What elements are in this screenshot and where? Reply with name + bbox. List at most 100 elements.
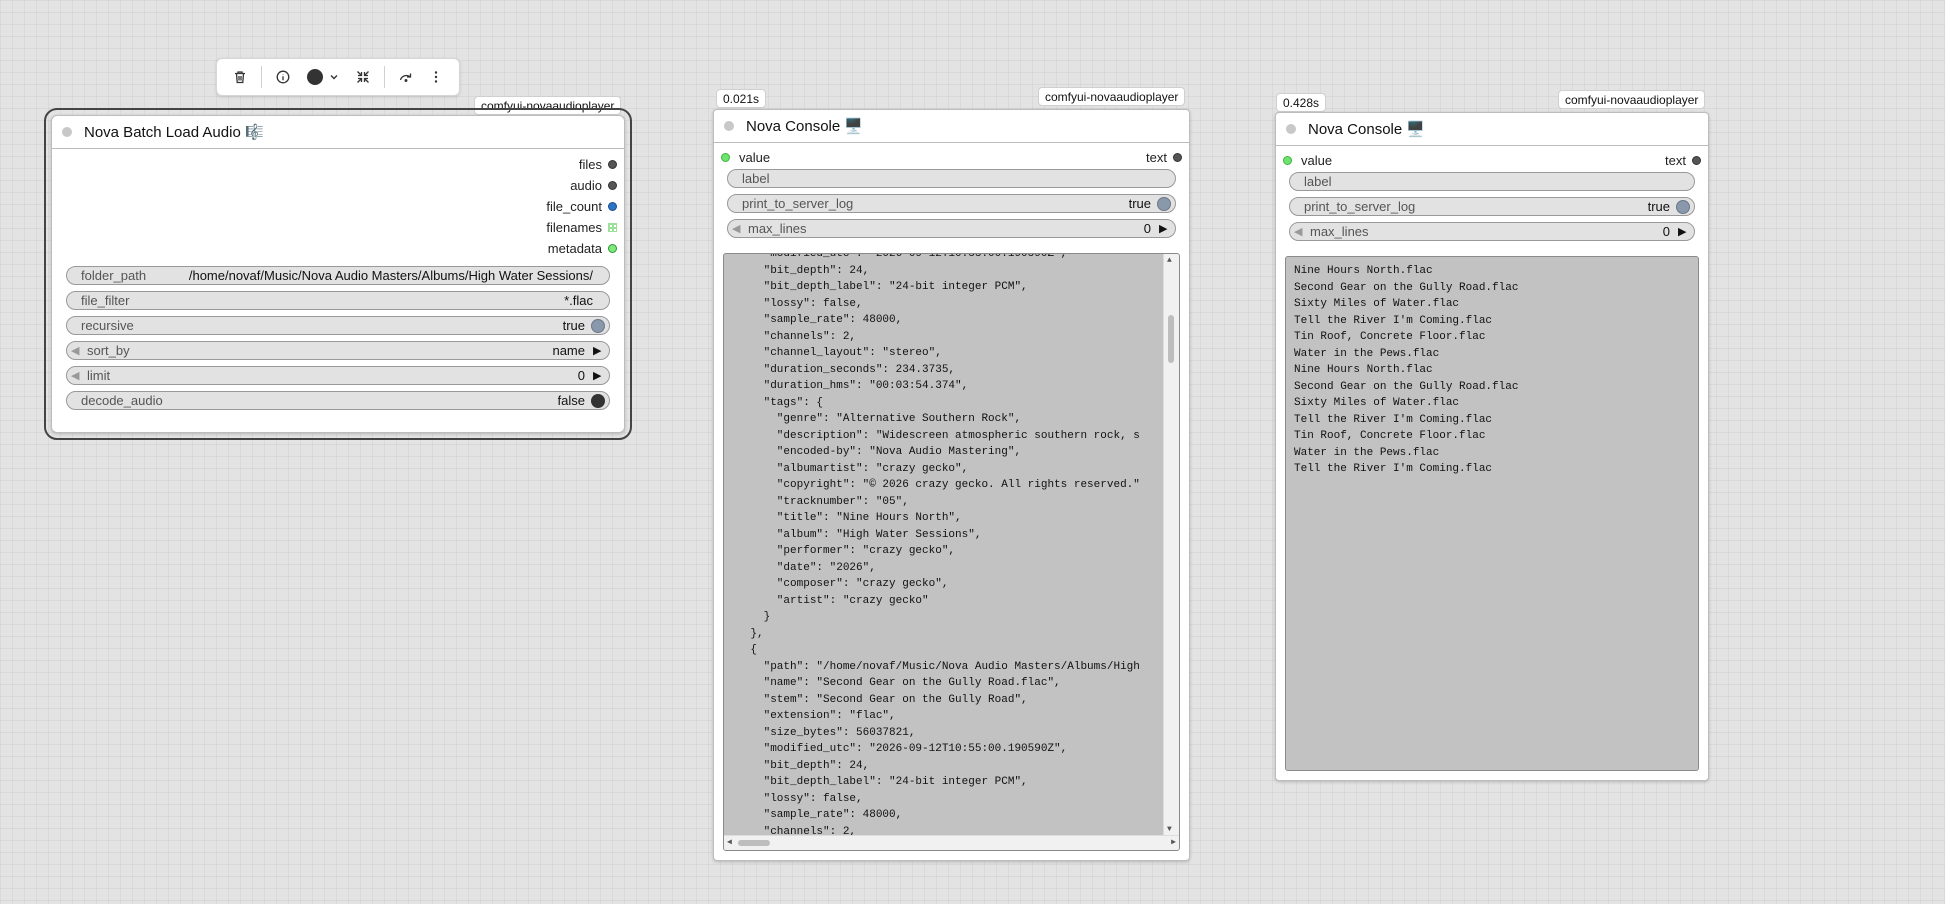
decode-audio-value: false <box>557 393 585 408</box>
output-text[interactable]: text <box>1146 150 1182 165</box>
info-icon[interactable] <box>268 62 298 92</box>
toggle-on-icon[interactable] <box>591 318 605 333</box>
scroll-left-icon[interactable]: ◀ <box>727 837 732 847</box>
output-socket-icon[interactable] <box>608 244 617 253</box>
node-title: Nova Console 🖥️ <box>1308 121 1426 138</box>
more-icon[interactable] <box>421 62 451 92</box>
output-files[interactable]: files <box>52 154 624 175</box>
scroll-right-icon[interactable]: ▶ <box>1171 837 1176 847</box>
output-socket-icon[interactable] <box>1692 156 1701 165</box>
label-field[interactable]: label <box>727 169 1176 188</box>
console-line: "sample_rate": 48000, <box>724 314 903 326</box>
console-line: Tin Roof, Concrete Floor.flac <box>1294 331 1486 343</box>
scroll-up-icon[interactable]: ▲ <box>1167 256 1172 265</box>
toggle-off-icon[interactable] <box>591 393 605 408</box>
output-file-count[interactable]: file_count <box>52 196 624 217</box>
console-output-textarea[interactable]: Nine Hours North.flac Second Gear on the … <box>1285 256 1699 771</box>
console-line: "duration_seconds": 234.3735, <box>724 363 956 376</box>
arrow-right-icon[interactable]: ▶ <box>593 344 605 357</box>
color-picker-button[interactable] <box>298 62 348 92</box>
nova-console-node[interactable]: Nova Console 🖥️ value text label print_t… <box>1275 112 1709 781</box>
folder-path-value: /home/novaf/Music/Nova Audio Masters/Alb… <box>188 268 593 283</box>
scroll-thumb[interactable] <box>738 840 770 846</box>
console-line: Water in the Pews.flac <box>1294 347 1440 360</box>
sort-by-combo[interactable]: ◀ sort_by name ▶ <box>66 341 610 360</box>
console-line: "encoded-by": "Nova Audio Mastering", <box>724 446 1022 458</box>
console-line: "channels": 2, <box>724 330 857 343</box>
execution-time-badge: 0.021s <box>716 89 767 108</box>
output-socket-icon[interactable] <box>608 160 617 169</box>
vertical-scrollbar[interactable]: ▲ ▼ <box>1163 254 1179 836</box>
output-metadata[interactable]: metadata <box>52 238 624 259</box>
console-line: "name": "Second Gear on the Gully Road.f… <box>724 677 1061 689</box>
console-line: "bit_depth": 24, <box>724 264 870 277</box>
bypass-icon[interactable] <box>391 62 421 92</box>
console-output-text: "modified_utc": "2026-09-12T10:55:00.190… <box>724 254 1163 840</box>
node-title-bar[interactable]: Nova Console 🖥️ <box>1276 113 1708 146</box>
input-socket-icon[interactable] <box>721 153 730 162</box>
node-title-bar[interactable]: Nova Console 🖥️ <box>714 110 1189 143</box>
console-line: "duration_hms": "00:03:54.374", <box>724 380 969 392</box>
node-title-bar[interactable]: Nova Batch Load Audio 🎼 <box>52 116 624 149</box>
nova-batch-load-audio-node[interactable]: Nova Batch Load Audio 🎼 files audio file… <box>44 108 632 440</box>
console-output-text: Nine Hours North.flac Second Gear on the … <box>1294 263 1690 478</box>
toggle-on-icon[interactable] <box>1157 196 1171 211</box>
arrow-left-icon[interactable]: ◀ <box>71 344 83 357</box>
toggle-on-icon[interactable] <box>1676 199 1690 214</box>
collapse-dot-icon[interactable] <box>62 127 72 137</box>
limit-value: 0 <box>577 368 585 383</box>
chevron-down-icon <box>330 75 338 80</box>
console-line: "lossy": false, <box>724 297 863 310</box>
input-socket-icon[interactable] <box>1283 156 1292 165</box>
limit-stepper[interactable]: ◀ limit 0 ▶ <box>66 366 610 385</box>
list-socket-icon[interactable] <box>608 223 617 232</box>
input-value[interactable]: value <box>1283 153 1332 168</box>
arrow-right-icon[interactable]: ▶ <box>1678 225 1690 238</box>
console-line: "artist": "crazy gecko" <box>724 594 929 607</box>
output-filenames[interactable]: filenames <box>52 217 624 238</box>
toolbar-divider <box>384 66 385 88</box>
console-line: Sixty Miles of Water.flac <box>1294 397 1460 409</box>
collapse-dot-icon[interactable] <box>1286 124 1296 134</box>
console-line: Tell the River I'm Coming.flac <box>1294 314 1493 327</box>
io-row: value text <box>714 147 1189 168</box>
selection-toolbar <box>216 58 460 96</box>
console-line: "path": "/home/novaf/Music/Nova Audio Ma… <box>724 660 1140 673</box>
console-line: "composer": "crazy gecko", <box>724 578 949 590</box>
arrow-left-icon[interactable]: ◀ <box>1294 225 1306 238</box>
arrow-right-icon[interactable]: ▶ <box>593 369 605 382</box>
color-swatch <box>307 69 323 85</box>
scroll-down-icon[interactable]: ▼ <box>1167 825 1172 834</box>
print-to-server-log-toggle[interactable]: print_to_server_log true <box>1289 197 1695 216</box>
console-output-textarea[interactable]: "modified_utc": "2026-09-12T10:55:00.190… <box>723 253 1180 851</box>
output-text[interactable]: text <box>1665 153 1701 168</box>
max-lines-stepper[interactable]: ◀ max_lines 0 ▶ <box>1289 222 1695 241</box>
trash-icon[interactable] <box>225 62 255 92</box>
arrow-right-icon[interactable]: ▶ <box>1159 222 1171 235</box>
console-line: "lossy": false, <box>724 792 863 805</box>
console-line: "bit_depth_label": "24-bit integer PCM", <box>724 281 1028 293</box>
print-to-server-log-toggle[interactable]: print_to_server_log true <box>727 194 1176 213</box>
collapse-dot-icon[interactable] <box>724 121 734 131</box>
arrow-left-icon[interactable]: ◀ <box>732 222 744 235</box>
recursive-toggle[interactable]: recursive true <box>66 316 610 335</box>
console-line: "size_bytes": 56037821, <box>724 726 916 739</box>
horizontal-scrollbar[interactable]: ◀ ▶ <box>724 835 1179 850</box>
scroll-thumb[interactable] <box>1168 315 1174 363</box>
execution-time-badge: 0.428s <box>1276 93 1327 112</box>
output-socket-icon[interactable] <box>1173 153 1182 162</box>
label-field[interactable]: label <box>1289 172 1695 191</box>
output-socket-icon[interactable] <box>608 181 617 190</box>
nova-console-node[interactable]: Nova Console 🖥️ value text label print_t… <box>713 109 1190 861</box>
decode-audio-toggle[interactable]: decode_audio false <box>66 391 610 410</box>
collapse-icon[interactable] <box>348 62 378 92</box>
file-filter-field[interactable]: file_filter *.flac <box>66 291 610 310</box>
max-lines-stepper[interactable]: ◀ max_lines 0 ▶ <box>727 219 1176 238</box>
input-value[interactable]: value <box>721 150 770 165</box>
console-line: "album": "High Water Sessions", <box>724 528 982 541</box>
folder-path-field[interactable]: folder_path /home/novaf/Music/Nova Audio… <box>66 266 610 285</box>
node-title: Nova Console 🖥️ <box>746 118 864 135</box>
output-socket-icon[interactable] <box>608 202 617 211</box>
arrow-left-icon[interactable]: ◀ <box>71 369 83 382</box>
output-audio[interactable]: audio <box>52 175 624 196</box>
